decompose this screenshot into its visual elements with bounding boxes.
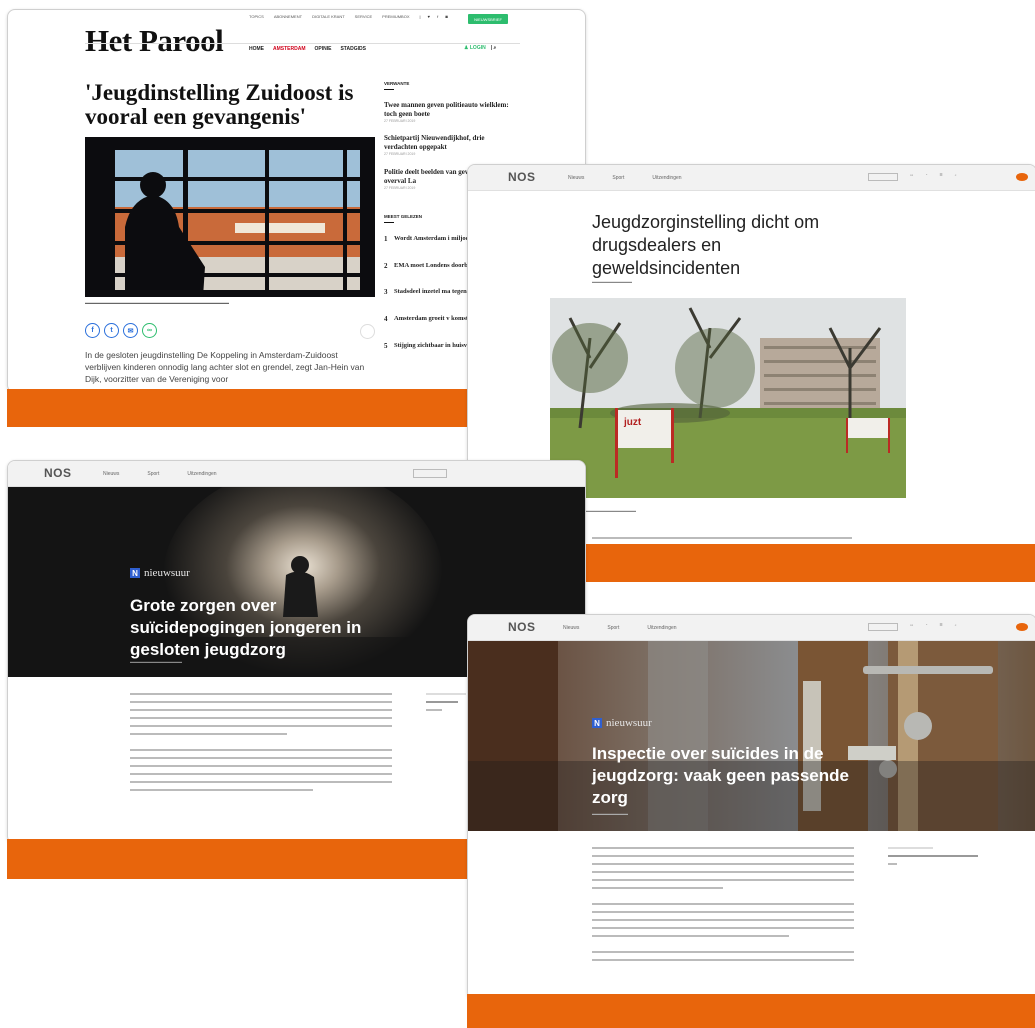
article-meta: ▬▬▬▬▬▬▬▬▬▬▬▬▬ bbox=[130, 659, 182, 664]
article-title: Grote zorgen over suïcidepogingen jonger… bbox=[130, 596, 362, 659]
nav-opinie[interactable]: OPINIE bbox=[315, 46, 332, 52]
orange-band bbox=[467, 994, 1035, 1028]
nav-sport[interactable]: Sport bbox=[612, 175, 624, 181]
rank-number: 1 bbox=[384, 235, 388, 243]
rank-number: 3 bbox=[384, 288, 388, 296]
article-meta: ▬▬▬▬▬▬▬▬▬ bbox=[592, 811, 628, 816]
search-icon[interactable]: | ⌕ bbox=[491, 45, 497, 51]
radio-icon[interactable]: ◔ bbox=[925, 623, 927, 631]
rank-number: 2 bbox=[384, 262, 388, 270]
nos-logo[interactable]: NOS bbox=[44, 466, 72, 480]
article-title: Jeugdzorginstelling dicht om drugsdealer… bbox=[592, 212, 820, 278]
author-box bbox=[888, 847, 978, 871]
nieuwsuur-logo-icon: N bbox=[592, 718, 602, 728]
article-meta: ▬▬▬▬▬▬▬▬▬▬ bbox=[592, 279, 632, 284]
top-link[interactable]: PREMIUMBOX bbox=[382, 14, 409, 19]
nieuwsuur-brand: N nieuwsuur bbox=[592, 717, 652, 729]
live-button[interactable] bbox=[868, 173, 898, 181]
nav-stadgids[interactable]: STADGIDS bbox=[340, 46, 365, 52]
related-item[interactable]: Schietpartij Nieuwendijkhof, drie verdac… bbox=[384, 134, 509, 156]
article-photo: juzt bbox=[550, 298, 906, 498]
nieuwsuur-brand: N nieuwsuur bbox=[130, 567, 190, 579]
nos-logo[interactable]: NOS bbox=[508, 170, 536, 184]
menu-icon[interactable]: ☰ bbox=[939, 623, 942, 631]
tv-icon[interactable]: ▭ bbox=[910, 623, 913, 631]
top-link[interactable]: SERVICE bbox=[355, 14, 373, 19]
nav-sport[interactable]: Sport bbox=[607, 625, 619, 631]
nav-nieuws[interactable]: Nieuws bbox=[568, 175, 584, 181]
top-link[interactable]: TOPICS bbox=[249, 14, 264, 19]
nos-header: NOS Nieuws Sport Uitzendingen bbox=[8, 461, 585, 487]
nos-nav: Nieuws Sport Uitzendingen bbox=[568, 175, 682, 181]
nos-card-bottom: NOS Nieuws Sport Uitzendingen ▭ ◔ ☰ ⌕ N … bbox=[467, 614, 1035, 1000]
article-title: Inspectie over suïcides in de jeugdzorg:… bbox=[592, 744, 849, 807]
facebook-icon[interactable]: f bbox=[85, 323, 100, 338]
nav-home[interactable]: HOME bbox=[249, 46, 264, 52]
nos-dots-icon bbox=[1016, 173, 1028, 181]
article-photo bbox=[85, 137, 375, 297]
section-heading: VERWANTE bbox=[384, 81, 410, 86]
article-body: In de gesloten jeugdinstelling De Koppel… bbox=[85, 350, 365, 384]
twitter-icon[interactable]: t bbox=[104, 323, 119, 338]
menu-icon[interactable]: ☰ bbox=[939, 173, 942, 181]
nav-sport[interactable]: Sport bbox=[147, 471, 159, 477]
related-item[interactable]: Twee mannen geven politieauto wielklem: … bbox=[384, 101, 509, 123]
nos-dots-icon bbox=[1016, 623, 1028, 631]
related-section: VERWANTE bbox=[384, 81, 409, 90]
most-read-section: MEEST GELEZEN bbox=[384, 214, 422, 223]
rank-number: 4 bbox=[384, 315, 388, 323]
author-box bbox=[426, 693, 466, 717]
live-button[interactable] bbox=[413, 469, 447, 478]
link-icon[interactable]: ∞ bbox=[142, 323, 157, 338]
parool-logo[interactable]: Het Parool bbox=[85, 23, 224, 59]
nav-nieuws[interactable]: Nieuws bbox=[103, 471, 119, 477]
tv-icon[interactable]: ▭ bbox=[910, 173, 913, 181]
nav-amsterdam[interactable]: AMSTERDAM bbox=[273, 46, 306, 52]
nos-logo[interactable]: NOS bbox=[508, 620, 536, 634]
nos-nav: Nieuws Sport Uitzendingen bbox=[103, 471, 217, 477]
article-text bbox=[592, 847, 854, 967]
nos-nav: Nieuws Sport Uitzendingen bbox=[563, 625, 677, 631]
more-icon[interactable] bbox=[360, 324, 375, 339]
nos-header: NOS Nieuws Sport Uitzendingen ▭ ◔ ☰ ⌕ bbox=[468, 615, 1035, 641]
orange-band bbox=[7, 389, 469, 427]
top-link[interactable]: ABONNEMENT bbox=[274, 14, 302, 19]
parool-top-links: TOPICS ABONNEMENT DIGITALE KRANT SERVICE… bbox=[249, 14, 451, 19]
rank-number: 5 bbox=[384, 342, 388, 350]
login-button[interactable]: ♟ LOGIN | ⌕ bbox=[464, 45, 496, 51]
nos-header: NOS Nieuws Sport Uitzendingen ▭ ◔ ☰ ⌕ bbox=[468, 165, 1035, 191]
nav-uitzendingen[interactable]: Uitzendingen bbox=[647, 625, 676, 631]
share-buttons: f t ✉ ∞ bbox=[85, 323, 157, 338]
top-link[interactable]: DIGITALE KRANT bbox=[312, 14, 345, 19]
search-icon[interactable]: ⌕ bbox=[955, 173, 957, 181]
nieuwsuur-logo-icon: N bbox=[130, 568, 140, 578]
live-button[interactable] bbox=[868, 623, 898, 631]
article-text bbox=[130, 693, 392, 797]
nav-uitzendingen[interactable]: Uitzendingen bbox=[652, 175, 681, 181]
radio-icon[interactable]: ◔ bbox=[925, 173, 927, 181]
nos-utilities: ▭ ◔ ☰ ⌕ bbox=[868, 173, 957, 181]
newsletter-button[interactable]: NIEUWSBRIEF bbox=[468, 14, 508, 24]
search-icon[interactable]: ⌕ bbox=[955, 623, 957, 631]
sign-text: juzt bbox=[623, 417, 642, 428]
mail-icon[interactable]: ✉ bbox=[123, 323, 138, 338]
photo-caption: ▬▬▬▬▬▬▬▬▬▬▬▬▬▬▬▬▬▬▬▬▬▬▬▬▬▬▬▬▬▬▬▬▬▬▬▬ bbox=[85, 300, 229, 305]
social-icons[interactable]: | ♥ f ◙ bbox=[420, 14, 451, 19]
parool-nav: HOME AMSTERDAM OPINIE STADGIDS bbox=[249, 46, 366, 52]
nos-utilities: ▭ ◔ ☰ ⌕ bbox=[868, 623, 957, 631]
orange-band bbox=[7, 839, 469, 879]
nav-uitzendingen[interactable]: Uitzendingen bbox=[187, 471, 216, 477]
nav-nieuws[interactable]: Nieuws bbox=[563, 625, 579, 631]
article-headline: 'Jeugdinstelling Zuidoost is vooral een … bbox=[85, 80, 354, 129]
